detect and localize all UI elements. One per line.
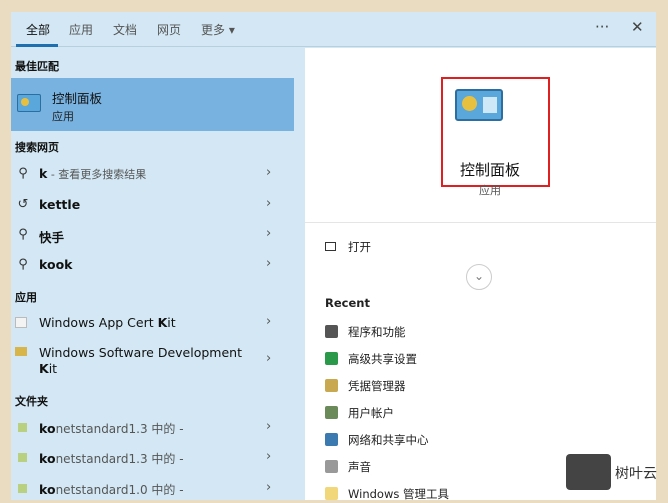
control-panel-icon (17, 94, 41, 112)
expand-chevron-icon[interactable]: ⌄ (466, 264, 492, 290)
chevron-right-icon[interactable]: › (266, 165, 271, 180)
recent-item[interactable]: 程序和功能 (325, 324, 406, 340)
chevron-right-icon[interactable]: › (266, 314, 271, 329)
recent-item[interactable]: 凭据管理器 (325, 378, 406, 394)
hint: - 查看更多搜索结果 (47, 168, 147, 181)
results-pane: 最佳匹配 控制面板 应用 搜索网页 ⚲ k - 查看更多搜索结果 › ↺ kettle… (11, 48, 304, 500)
recent-item[interactable]: 用户帐户 (325, 405, 394, 421)
folder-icon (18, 484, 27, 493)
folder-name: netstandard1.3 中的 - (55, 452, 184, 466)
app-name-rest: it (48, 361, 58, 376)
folder-icon (18, 423, 27, 432)
open-icon (325, 242, 336, 251)
tab-web[interactable]: 网页 (157, 21, 181, 38)
folder-result[interactable]: konetstandard1.3 中的 - › (11, 444, 294, 472)
recent-item-label: 用户帐户 (348, 406, 394, 420)
query: 快手 (39, 230, 65, 245)
more-options-icon[interactable]: ··· (595, 18, 609, 36)
recent-item-label: 凭据管理器 (348, 379, 406, 393)
recent-item-icon (325, 325, 338, 338)
close-icon[interactable]: ✕ (631, 18, 644, 36)
recent-item[interactable]: 高级共享设置 (325, 351, 417, 367)
open-action[interactable]: 打开 (325, 239, 371, 255)
folder-icon (18, 453, 27, 462)
open-label: 打开 (348, 240, 371, 254)
chevron-right-icon[interactable]: › (266, 419, 271, 434)
best-match-subtitle: 应用 (52, 110, 74, 123)
recent-item[interactable]: 声音 (325, 459, 371, 475)
web-header: 搜索网页 (15, 141, 59, 154)
folders-header: 文件夹 (15, 395, 48, 408)
web-result[interactable]: ⚲ kook › (11, 251, 294, 279)
query: kettle (39, 197, 81, 212)
search-window: 全部 应用 文档 网页 更多 ▾ ··· ✕ 最佳匹配 控制面板 应用 搜索网页… (11, 12, 656, 501)
recent-item-icon (325, 352, 338, 365)
chevron-right-icon[interactable]: › (266, 480, 271, 495)
tab-docs[interactable]: 文档 (113, 21, 137, 38)
recent-item-label: Windows 管理工具 (348, 487, 449, 501)
search-icon: ⚲ (18, 257, 28, 272)
active-tab-indicator (16, 44, 58, 47)
app-name: Windows App Cert (39, 315, 158, 330)
folder-name: netstandard1.0 中的 - (55, 483, 184, 497)
recent-item-label: 声音 (348, 460, 371, 474)
best-match-title: 控制面板 (52, 91, 103, 106)
apps-header: 应用 (15, 291, 37, 304)
chevron-right-icon[interactable]: › (266, 226, 271, 241)
recent-item-icon (325, 460, 338, 473)
app-name-rest: it (167, 315, 176, 330)
search-icon: ⚲ (18, 166, 28, 181)
match: ko (39, 421, 56, 436)
recent-item[interactable]: 网络和共享中心 (325, 432, 429, 448)
web-result[interactable]: ⚲ 快手 › (11, 221, 294, 249)
recent-item-label: 高级共享设置 (348, 352, 417, 366)
chevron-right-icon[interactable]: › (266, 256, 271, 271)
preview-pane: 控制面板 应用 打开 ⌄ Recent 程序和功能高级共享设置 凭据管理器用户帐户… (305, 48, 656, 501)
chevron-right-icon[interactable]: › (266, 449, 271, 464)
match: ko (39, 451, 56, 466)
recent-item-icon (325, 406, 338, 419)
chevron-right-icon[interactable]: › (266, 351, 271, 366)
best-match-header: 最佳匹配 (15, 60, 59, 73)
preview-title: 控制面板 (459, 161, 520, 179)
tab-more[interactable]: 更多 ▾ (201, 21, 235, 38)
recent-item-label: 程序和功能 (348, 325, 406, 339)
app-cert-icon (15, 317, 27, 328)
watermark-logo (566, 454, 611, 490)
app-name: Windows Software Development (39, 345, 242, 360)
folder-icon (15, 347, 27, 356)
recent-item-icon (325, 487, 338, 500)
app-result[interactable]: Windows Software Development Kit › (11, 339, 294, 376)
tab-apps[interactable]: 应用 (69, 21, 93, 38)
control-panel-large-icon (455, 89, 503, 121)
app-result[interactable]: Windows App Cert Kit › (11, 309, 294, 337)
recent-header: Recent (325, 296, 370, 310)
folder-result[interactable]: konetstandard1.0 中的 - › (11, 475, 294, 503)
tab-all[interactable]: 全部 (26, 21, 50, 38)
recent-item-icon (325, 379, 338, 392)
query: kook (39, 257, 73, 272)
chevron-right-icon[interactable]: › (266, 196, 271, 211)
match: K (157, 315, 168, 330)
web-result[interactable]: ↺ kettle › (11, 191, 294, 219)
watermark-text: 树叶云 (615, 466, 657, 482)
recent-item-label: 网络和共享中心 (348, 433, 429, 447)
match: ko (39, 482, 56, 497)
tab-bar: 全部 应用 文档 网页 更多 ▾ ··· ✕ (11, 12, 656, 47)
history-icon: ↺ (17, 197, 29, 212)
preview-subtitle: 应用 (479, 184, 501, 197)
match: K (39, 361, 49, 376)
best-match-item[interactable]: 控制面板 应用 (11, 78, 294, 131)
divider (305, 222, 656, 223)
web-result[interactable]: ⚲ k - 查看更多搜索结果 › (11, 160, 294, 188)
folder-name: netstandard1.3 中的 - (55, 422, 184, 436)
recent-item-icon (325, 433, 338, 446)
folder-result[interactable]: konetstandard1.3 中的 - › (11, 414, 294, 442)
search-icon: ⚲ (18, 227, 28, 242)
